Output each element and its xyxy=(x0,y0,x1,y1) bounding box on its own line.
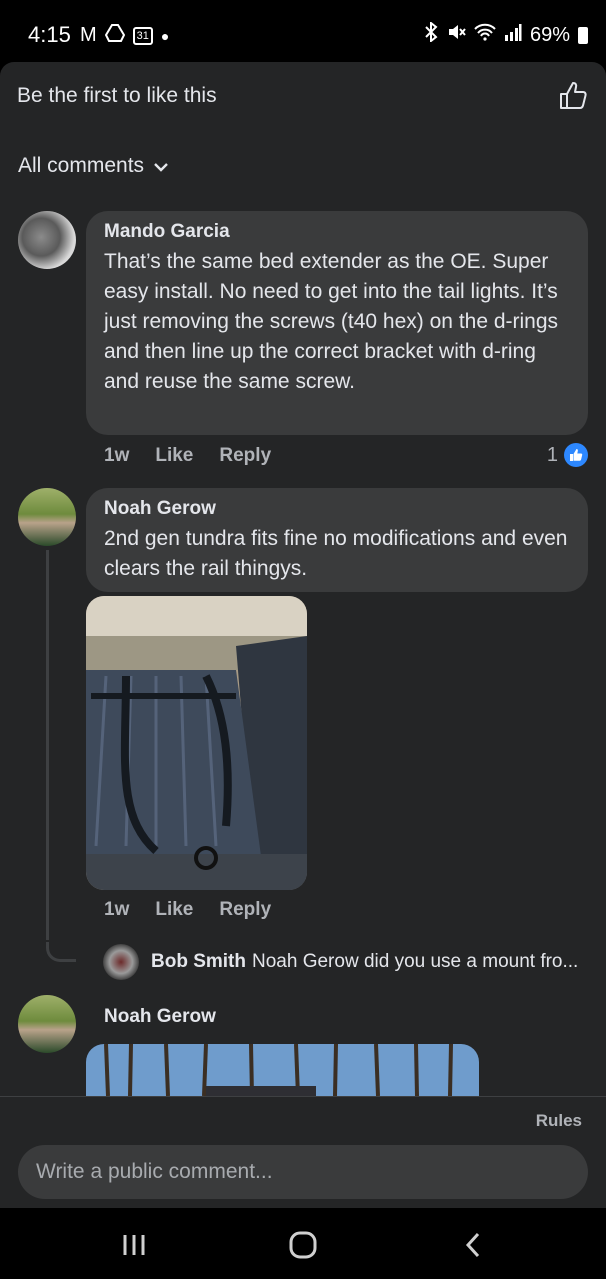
comment-time[interactable]: 1w xyxy=(104,445,129,467)
comment-composer: Rules xyxy=(0,1096,606,1208)
reaction-summary[interactable]: 1 xyxy=(547,443,588,467)
battery-icon xyxy=(578,26,588,44)
reply-preview[interactable]: Bob Smith Noah Gerow did you use a mount … xyxy=(103,942,583,982)
reaction-count: 1 xyxy=(546,443,558,466)
comment-bubble: Mando Garcia That’s the same bed extende… xyxy=(86,211,588,435)
reply-button[interactable]: Reply xyxy=(219,445,271,467)
comment-filter-label: All comments xyxy=(18,154,145,177)
status-bar: 4:15 M 31 ● 69% xyxy=(0,0,606,62)
back-icon[interactable] xyxy=(453,1230,493,1260)
like-post-icon[interactable] xyxy=(557,80,589,112)
system-nav-bar xyxy=(0,1208,606,1279)
rules-link[interactable]: Rules xyxy=(536,1111,582,1131)
chevron-down-icon xyxy=(154,154,168,178)
comments-panel: Be the first to like this All comments M… xyxy=(0,62,606,1208)
comment-filter-dropdown[interactable]: All comments xyxy=(18,154,168,178)
comment-author[interactable]: Noah Gerow xyxy=(104,1006,216,1028)
avatar-bob-smith[interactable] xyxy=(103,944,139,980)
dot-icon: ● xyxy=(160,27,170,44)
comment-actions: 1w Like Reply xyxy=(104,445,271,467)
status-time: 4:15 xyxy=(28,22,71,47)
thread-connector xyxy=(46,942,76,962)
likes-summary: Be the first to like this xyxy=(17,84,217,107)
avatar-noah-gerow[interactable] xyxy=(18,995,76,1053)
reply-author[interactable]: Bob Smith xyxy=(151,951,246,972)
reply-snippet: Noah Gerow did you use a mount fro... xyxy=(252,951,579,972)
gmail-icon: M xyxy=(80,24,97,46)
comment-photo[interactable] xyxy=(86,1044,479,1096)
recents-icon[interactable] xyxy=(114,1230,154,1260)
like-button[interactable]: Like xyxy=(155,899,193,921)
reply-button[interactable]: Reply xyxy=(219,899,271,921)
like-reaction-icon xyxy=(564,443,588,467)
bluetooth-icon xyxy=(424,20,438,48)
comment-author[interactable]: Mando Garcia xyxy=(104,221,570,243)
comment-bubble: Noah Gerow 2nd gen tundra fits fine no m… xyxy=(86,488,588,592)
comment-text: 2nd gen tundra fits fine no modification… xyxy=(104,527,568,580)
comment-time[interactable]: 1w xyxy=(104,899,129,921)
comment-author[interactable]: Noah Gerow xyxy=(104,498,570,520)
drive-icon xyxy=(104,24,125,47)
calendar-icon: 31 xyxy=(132,26,153,45)
home-icon[interactable] xyxy=(283,1230,323,1260)
avatar-mando-garcia[interactable] xyxy=(18,211,76,269)
comment-photo[interactable] xyxy=(86,596,307,890)
comment-input[interactable] xyxy=(18,1145,588,1199)
comment-text: That’s the same bed extender as the OE. … xyxy=(104,250,559,393)
signal-icon xyxy=(504,23,522,47)
avatar-noah-gerow[interactable] xyxy=(18,488,76,546)
like-button[interactable]: Like xyxy=(155,445,193,467)
mute-icon xyxy=(446,22,466,48)
likes-row: Be the first to like this xyxy=(17,82,589,114)
wifi-icon xyxy=(474,23,496,47)
comment-actions: 1w Like Reply xyxy=(104,899,271,921)
battery-percent: 69% xyxy=(529,23,570,46)
thread-line xyxy=(46,550,49,940)
